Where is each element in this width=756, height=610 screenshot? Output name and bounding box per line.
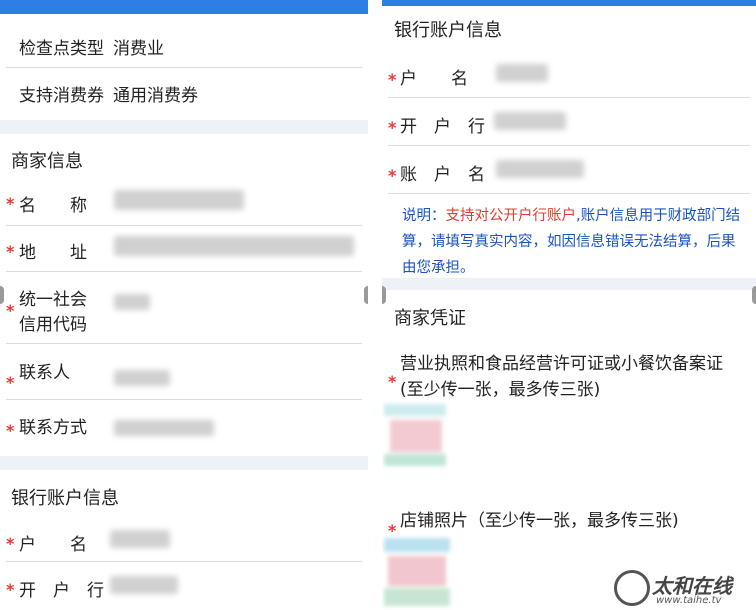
scroll-edge-handle (0, 286, 4, 304)
store-photo-thumbnail[interactable] (384, 538, 450, 606)
credit-code-row[interactable]: * 统一社会 信用代码 (0, 272, 368, 344)
scroll-edge-handle (752, 286, 756, 304)
credit-code-label-line1: 统一社会 (19, 290, 87, 310)
watermark-site: www.taihe.tv (656, 595, 722, 606)
account-name-label: 账 户 名 (400, 165, 485, 185)
contact-person-row[interactable]: * 联系人 (0, 344, 368, 400)
license-thumbnail[interactable] (384, 404, 446, 466)
account-holder-label: 户 名 (400, 69, 468, 89)
checkpoint-type-value: 消费业 (113, 39, 164, 59)
account-holder-value-blurred[interactable] (110, 530, 170, 548)
bank-branch-label: 开 户 行 (19, 581, 104, 601)
merchant-info-title: 商家信息 (11, 151, 83, 172)
voucher-support-row: 支持消费券 通用消费券 (0, 68, 368, 116)
merchant-name-value-blurred[interactable] (114, 190, 244, 210)
account-holder-row[interactable]: * 户 名 (0, 516, 368, 562)
required-mark: * (6, 301, 15, 320)
note-highlight: 支持对公开户行账户 (445, 208, 577, 224)
merchant-address-label: 地 址 (19, 243, 87, 263)
bank-branch-label: 开 户 行 (400, 117, 485, 137)
contact-person-value-blurred[interactable] (114, 370, 170, 386)
account-holder-value-blurred[interactable] (496, 64, 548, 82)
contact-phone-label: 联系方式 (19, 418, 87, 438)
required-mark: * (388, 166, 397, 185)
required-mark: * (6, 194, 15, 213)
required-mark: * (388, 372, 397, 391)
voucher-support-label: 支持消费券 (19, 86, 104, 106)
header-bar (382, 0, 756, 6)
site-watermark-logo: 太和在线 www.taihe.tv (614, 568, 750, 608)
bank-branch-value-blurred[interactable] (494, 112, 566, 130)
scroll-edge-handle (382, 286, 386, 304)
note-prefix: 说明： (402, 208, 446, 224)
license-upload-label-line1: 营业执照和食品经营许可证或小餐饮备案证 (400, 354, 723, 374)
required-mark: * (6, 421, 15, 440)
merchant-address-value-blurred[interactable] (114, 236, 354, 256)
merchant-address-row[interactable]: * 地 址 (0, 226, 368, 272)
bank-branch-row[interactable]: * 开 户 行 (382, 98, 756, 146)
settlement-note: 说明：支持对公开户行账户,账户信息用于财政部门结算，请填写真实内容，如因信息错误… (402, 203, 748, 281)
contact-phone-value-blurred[interactable] (114, 420, 214, 436)
bank-branch-row[interactable]: * 开 户 行 (0, 562, 368, 610)
merchant-name-label: 名 称 (19, 196, 87, 216)
section-divider (0, 456, 368, 470)
header-bar (0, 0, 368, 14)
license-upload-label-line2: (至少传一张，最多传三张) (400, 380, 601, 400)
watermark-swirl-icon (614, 570, 650, 606)
account-name-value-blurred[interactable] (496, 160, 584, 178)
bank-branch-value-blurred[interactable] (110, 576, 178, 594)
required-mark: * (6, 373, 15, 392)
credit-code-value-blurred[interactable] (114, 294, 150, 310)
scroll-edge-handle (364, 286, 368, 304)
account-name-row[interactable]: * 账 户 名 (382, 146, 756, 194)
required-mark: * (388, 118, 397, 137)
credit-code-label-line2: 信用代码 (19, 315, 87, 335)
store-photo-upload-label: 店铺照片（至少传一张，最多传三张) (400, 511, 679, 531)
merchant-name-row[interactable]: * 名 称 (0, 178, 368, 226)
required-mark: * (6, 242, 15, 261)
section-divider (0, 120, 368, 134)
account-holder-row[interactable]: * 户 名 (382, 50, 756, 98)
merchant-voucher-title: 商家凭证 (394, 308, 466, 329)
required-mark: * (388, 70, 397, 89)
contact-person-label: 联系人 (19, 363, 70, 383)
required-mark: * (6, 534, 15, 553)
voucher-support-value: 通用消费券 (113, 86, 198, 106)
left-form-panel: 检查点类型 消费业 支持消费券 通用消费券 商家信息 * 名 称 * 地 址 *… (0, 0, 368, 610)
right-form-panel: 银行账户信息 * 户 名 * 开 户 行 * 账 户 名 说明：支持对公开户行账… (382, 0, 756, 610)
checkpoint-type-row: 检查点类型 消费业 (0, 24, 368, 68)
account-holder-label: 户 名 (19, 535, 87, 555)
checkpoint-type-label: 检查点类型 (19, 39, 104, 59)
bank-info-title: 银行账户信息 (394, 20, 502, 41)
bank-info-title: 银行账户信息 (11, 488, 119, 509)
required-mark: * (6, 580, 15, 599)
section-divider (382, 278, 756, 290)
contact-phone-row[interactable]: * 联系方式 (0, 400, 368, 452)
